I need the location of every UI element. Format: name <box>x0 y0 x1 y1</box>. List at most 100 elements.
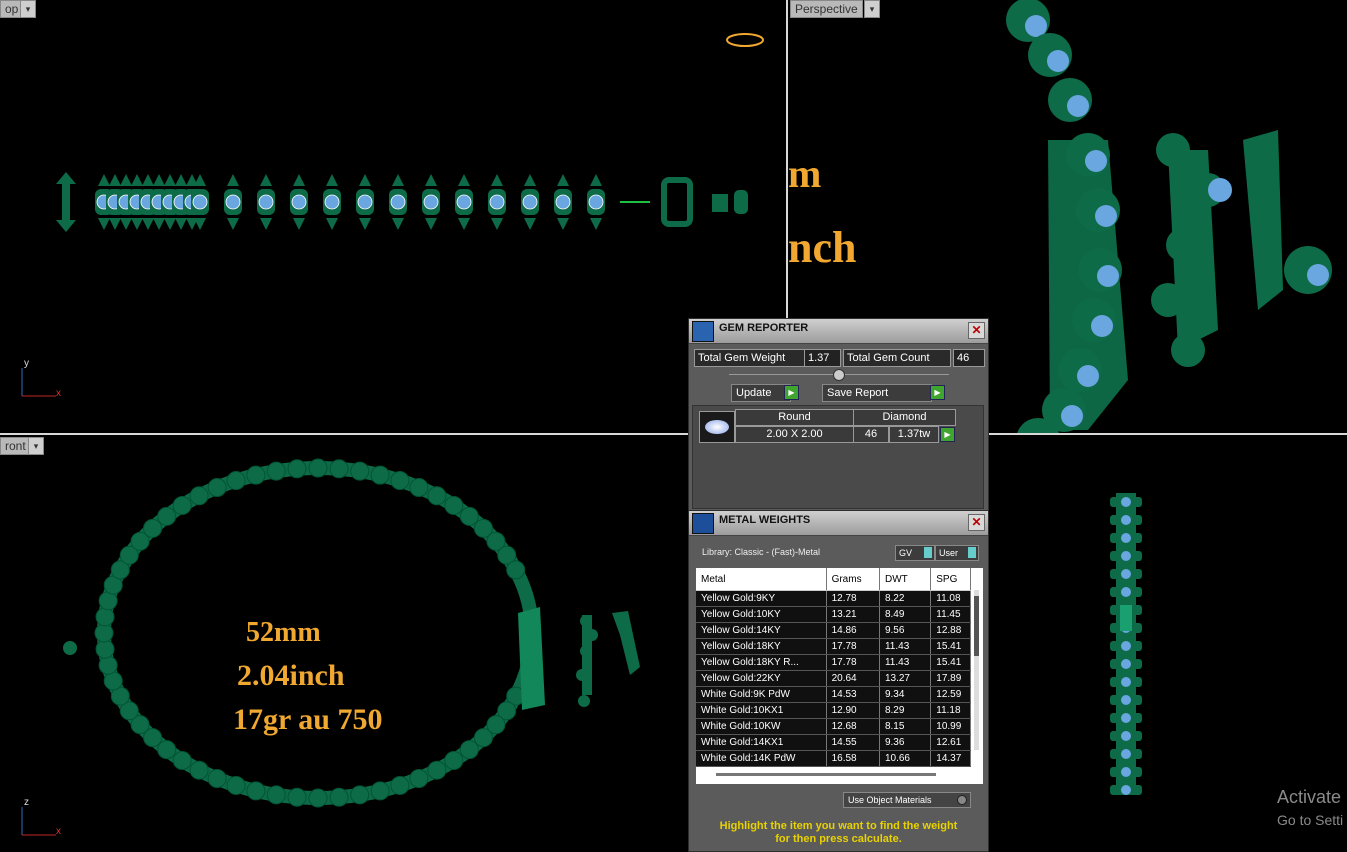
update-button[interactable]: Update <box>731 384 791 402</box>
gem-size: 2.00 X 2.00 <box>735 426 854 443</box>
library-label: Library: Classic - (Fast)-Metal <box>702 547 821 557</box>
gem-reporter-titlebar[interactable]: GEM REPORTER ✕ <box>689 319 988 344</box>
cell-dwt: 10.66 <box>879 750 932 767</box>
table-row[interactable]: Yellow Gold:9KY 12.78 8.22 11.08 <box>696 590 971 607</box>
measurement-weight: 17gr au 750 <box>233 703 383 736</box>
table-row[interactable]: White Gold:9K PdW 14.53 9.34 12.59 <box>696 686 971 703</box>
table-row[interactable]: White Gold:14K PdW 16.58 10.66 14.37 <box>696 750 971 767</box>
front-viewport[interactable]: ront ▾ 52mm 2.04inch 17gr au 750 z x <box>0 435 688 850</box>
cell-spg: 11.08 <box>930 590 971 607</box>
table-row[interactable]: White Gold:14KX1 14.55 9.36 12.61 <box>696 734 971 751</box>
cell-grams: 12.68 <box>826 718 880 735</box>
cell-spg: 11.45 <box>930 606 971 623</box>
table-row[interactable]: Yellow Gold:18KY 17.78 11.43 15.41 <box>696 638 971 655</box>
cell-spg: 11.18 <box>930 702 971 719</box>
cell-dwt: 9.34 <box>879 686 932 703</box>
front-view-bracelet <box>21 458 640 836</box>
gem-count: 46 <box>853 426 889 443</box>
cell-grams: 17.78 <box>826 638 880 655</box>
cell-spg: 10.99 <box>930 718 971 735</box>
metal-weights-panel[interactable]: METAL WEIGHTS ✕ Library: Classic - (Fast… <box>688 510 989 852</box>
gem-row-play-icon[interactable]: ▶ <box>940 427 955 442</box>
table-row[interactable]: Yellow Gold:14KY 14.86 9.56 12.88 <box>696 622 971 639</box>
splitter-knob-icon[interactable] <box>833 369 845 381</box>
cell-metal: Yellow Gold:18KY <box>696 638 827 655</box>
col-dwt[interactable]: DWT <box>879 568 932 591</box>
table-row[interactable]: Yellow Gold:18KY R... 17.78 11.43 15.41 <box>696 654 971 671</box>
table-row[interactable]: White Gold:10KX1 12.90 8.29 11.18 <box>696 702 971 719</box>
close-icon[interactable]: ✕ <box>968 322 985 339</box>
cell-metal: Yellow Gold:14KY <box>696 622 827 639</box>
update-play-icon[interactable]: ▶ <box>784 385 799 400</box>
close-icon[interactable]: ✕ <box>968 514 985 531</box>
cell-grams: 12.78 <box>826 590 880 607</box>
perspective-text-mm: m <box>788 151 822 196</box>
cell-spg: 12.88 <box>930 622 971 639</box>
metal-weights-title: METAL WEIGHTS <box>719 514 811 526</box>
cell-metal: Yellow Gold:18KY R... <box>696 654 827 671</box>
col-grams[interactable]: Grams <box>826 568 880 591</box>
cell-grams: 14.86 <box>826 622 880 639</box>
metal-table-header: Metal Grams DWT SPG <box>696 568 971 591</box>
gem-shape: Round <box>735 409 854 426</box>
cell-grams: 13.21 <box>826 606 880 623</box>
save-report-button[interactable]: Save Report <box>822 384 932 402</box>
cell-grams: 16.58 <box>826 750 880 767</box>
save-report-play-icon[interactable]: ▶ <box>930 385 945 400</box>
metal-table-container[interactable]: Metal Grams DWT SPG Yellow Gold:9KY 12.78… <box>696 568 983 784</box>
activate-watermark-sub: Go to Setti <box>1277 812 1344 828</box>
hint-text-1: Highlight the item you want to find the … <box>719 820 958 832</box>
table-row[interactable]: Yellow Gold:22KY 20.64 13.27 17.89 <box>696 670 971 687</box>
cell-spg: 12.61 <box>930 734 971 751</box>
cell-spg: 14.37 <box>930 750 971 767</box>
total-gem-count-value: 46 <box>953 349 985 367</box>
cell-grams: 12.90 <box>826 702 880 719</box>
cell-metal: White Gold:9K PdW <box>696 686 827 703</box>
right-viewport[interactable]: Activate Go to Setti <box>988 435 1347 850</box>
gem-material: Diamond <box>853 409 956 426</box>
metal-weights-icon <box>692 513 714 534</box>
front-axis-z-label: z <box>24 797 29 808</box>
cell-dwt: 13.27 <box>879 670 932 687</box>
cell-grams: 14.53 <box>826 686 880 703</box>
cell-dwt: 8.29 <box>879 702 932 719</box>
cell-dwt: 11.43 <box>879 654 932 671</box>
activate-watermark: Activate <box>1277 787 1342 807</box>
horizontal-scrollbar[interactable] <box>716 773 936 776</box>
total-gem-weight-label: Total Gem Weight <box>694 349 805 367</box>
gv-indicator-icon <box>924 547 932 558</box>
gv-toggle[interactable]: GV <box>895 545 935 561</box>
cell-spg: 17.89 <box>930 670 971 687</box>
radio-icon <box>957 795 967 805</box>
cell-spg: 15.41 <box>930 638 971 655</box>
cell-grams: 20.64 <box>826 670 880 687</box>
user-toggle[interactable]: User <box>935 545 979 561</box>
table-row[interactable]: Yellow Gold:10KY 13.21 8.49 11.45 <box>696 606 971 623</box>
top-axis-x-label: x <box>56 388 61 399</box>
cell-dwt: 9.36 <box>879 734 932 751</box>
gem-carat: 1.37tw <box>889 426 939 443</box>
cell-dwt: 8.15 <box>879 718 932 735</box>
diamond-round-icon <box>699 411 735 443</box>
measurement-mm: 52mm <box>246 617 321 648</box>
top-viewport[interactable]: op ▾ y x <box>0 0 786 433</box>
table-row[interactable]: White Gold:10KW 12.68 8.15 10.99 <box>696 718 971 735</box>
metal-weights-titlebar[interactable]: METAL WEIGHTS ✕ <box>689 511 988 536</box>
use-object-materials-toggle[interactable]: Use Object Materials <box>843 792 971 808</box>
vertical-scrollbar[interactable] <box>974 590 979 750</box>
cell-dwt: 8.49 <box>879 606 932 623</box>
col-spg[interactable]: SPG <box>930 568 971 591</box>
use-object-materials-label: Use Object Materials <box>848 795 932 805</box>
cell-metal: White Gold:14K PdW <box>696 750 827 767</box>
top-view-bracelet <box>21 33 764 397</box>
total-gem-weight-value: 1.37 <box>804 349 841 367</box>
gem-reporter-title: GEM REPORTER <box>719 322 809 334</box>
gem-list-area[interactable]: Round Diamond 2.00 X 2.00 46 1.37tw ▶ <box>692 405 984 509</box>
gem-reporter-icon <box>692 321 714 342</box>
col-metal[interactable]: Metal <box>696 568 827 591</box>
cell-metal: White Gold:10KX1 <box>696 702 827 719</box>
gem-reporter-panel[interactable]: GEM REPORTER ✕ Total Gem Weight 1.37 Tot… <box>688 318 989 512</box>
measurement-inch: 2.04inch <box>237 659 345 692</box>
cell-grams: 17.78 <box>826 654 880 671</box>
front-axis-x-label: x <box>56 826 61 837</box>
